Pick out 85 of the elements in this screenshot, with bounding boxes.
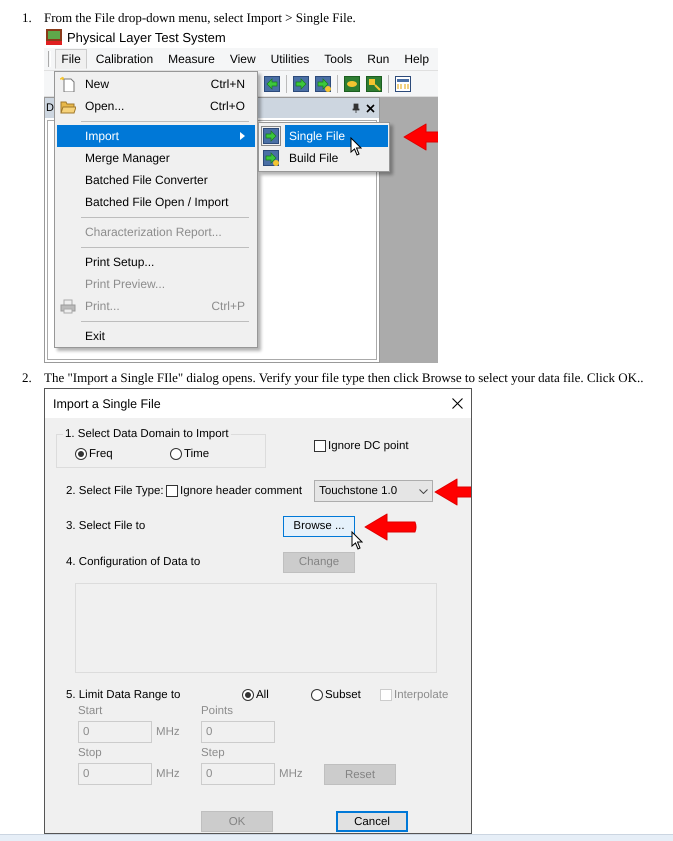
shortcut-text: Ctrl+O: [210, 99, 245, 113]
menu-item[interactable]: Exit: [57, 325, 255, 347]
callout-arrow: [363, 512, 419, 542]
app-title: Physical Layer Test System: [67, 30, 226, 44]
back-arrow-icon[interactable]: [264, 76, 280, 92]
menu-item-label: Exit: [85, 329, 106, 343]
shortcut-text: Ctrl+N: [210, 77, 245, 91]
mouse-pointer-icon: [351, 531, 363, 550]
group-label: 1. Select Data Domain to Import: [64, 428, 230, 440]
menu-item-label: New: [85, 77, 110, 91]
menu-item[interactable]: Batched File Open / Import: [57, 191, 255, 213]
radio-label: Freq: [89, 448, 113, 460]
menu-item-label: Batched File Converter: [85, 173, 209, 187]
menu-item[interactable]: Batched File Converter: [57, 169, 255, 191]
menu-item[interactable]: Print Setup...: [57, 251, 255, 273]
import-plus-icon: [263, 150, 279, 166]
file-type-dropdown[interactable]: Touchstone 1.0: [314, 480, 434, 502]
menu-bar-item[interactable]: Calibration: [90, 49, 160, 69]
field-label: 4. Configuration of Data to: [65, 556, 202, 568]
submenu-item[interactable]: Build File: [285, 147, 388, 169]
checkbox-label: Interpolate: [394, 689, 448, 701]
probe-icon[interactable]: [366, 76, 382, 92]
panel-title: D: [46, 102, 54, 114]
field-label: Step: [201, 747, 226, 759]
chip-icon[interactable]: [344, 76, 360, 92]
step-text: From the File drop-down menu, select Import > Single File.: [44, 10, 356, 26]
list-number: 2.: [22, 370, 33, 386]
dropdown-value: Touchstone 1.0: [319, 485, 398, 497]
chevron-down-icon: [419, 488, 428, 494]
unit-label: MHz: [156, 768, 180, 780]
menu-bar-item[interactable]: Tools: [318, 49, 358, 69]
radio-button[interactable]: [242, 689, 254, 701]
menu-item-label: Merge Manager: [85, 151, 171, 165]
mouse-pointer-icon: [350, 137, 362, 156]
radio-button[interactable]: [170, 448, 182, 460]
menu-bar-item[interactable]: Utilities: [264, 49, 316, 69]
menu-item-label: Print Setup...: [85, 255, 156, 269]
menu-item[interactable]: Merge Manager: [57, 147, 255, 169]
step-text: The "Import a Single FIle" dialog opens. Verify your file type then click Browse to select your data file. Click OK..: [44, 370, 644, 386]
close-icon[interactable]: [452, 398, 463, 409]
list-number: 1.: [22, 10, 33, 26]
dialog-title: Import a Single File: [53, 396, 162, 410]
import-arrow-icon[interactable]: [293, 76, 309, 92]
menu-item[interactable]: Open... Ctrl+O: [57, 95, 255, 117]
menu-item-label: Print Preview...: [85, 277, 166, 291]
new-document-icon: [60, 76, 76, 92]
unit-label: MHz: [279, 768, 303, 780]
radio-label: Subset: [325, 689, 361, 701]
menu-bar-item[interactable]: Help: [398, 49, 435, 69]
menu-item-label: Print...: [85, 299, 121, 313]
checkbox[interactable]: [314, 440, 326, 452]
field-label: Points: [201, 705, 234, 717]
radio-button[interactable]: [75, 448, 87, 460]
pin-icon[interactable]: [352, 103, 360, 113]
chart-icon[interactable]: [395, 76, 411, 92]
submenu-item[interactable]: Single File: [285, 125, 388, 147]
import-arrow-icon: [263, 128, 279, 144]
menu-item-label: Batched File Open / Import: [85, 195, 230, 209]
app-icon: [46, 29, 62, 45]
menu-bar-item[interactable]: File: [55, 49, 87, 69]
import-plus-icon[interactable]: [315, 76, 331, 92]
button[interactable]: Browse ...: [283, 516, 355, 536]
field-label: Stop: [78, 747, 103, 759]
field-label: Start: [78, 705, 104, 717]
field-label: 3. Select File to: [65, 520, 146, 532]
printer-icon: [60, 298, 76, 314]
field-label: 2. Select File Type:: [65, 485, 165, 497]
button[interactable]: Cancel: [336, 811, 408, 832]
menu-bar-item[interactable]: View: [224, 49, 262, 69]
shortcut-text: Ctrl+P: [211, 299, 245, 313]
menu-item-label: Import: [85, 129, 120, 143]
field-label: 5. Limit Data Range to: [65, 689, 182, 701]
menu-item-label: Characterization Report...: [85, 225, 223, 239]
checkbox[interactable]: [166, 485, 178, 497]
radio-button[interactable]: [311, 689, 323, 701]
menu-bar-item[interactable]: Measure: [162, 49, 221, 69]
menu-item[interactable]: Import: [57, 125, 255, 147]
menu-item-label: Open...: [85, 99, 126, 113]
unit-label: MHz: [156, 726, 180, 738]
radio-label: Time: [184, 448, 210, 460]
checkbox-label: Ignore header comment: [180, 485, 302, 497]
checkbox-label: Ignore DC point: [328, 440, 409, 452]
radio-label: All: [256, 689, 269, 701]
close-icon[interactable]: [366, 104, 375, 112]
menu-bar-item[interactable]: Run: [361, 49, 396, 69]
